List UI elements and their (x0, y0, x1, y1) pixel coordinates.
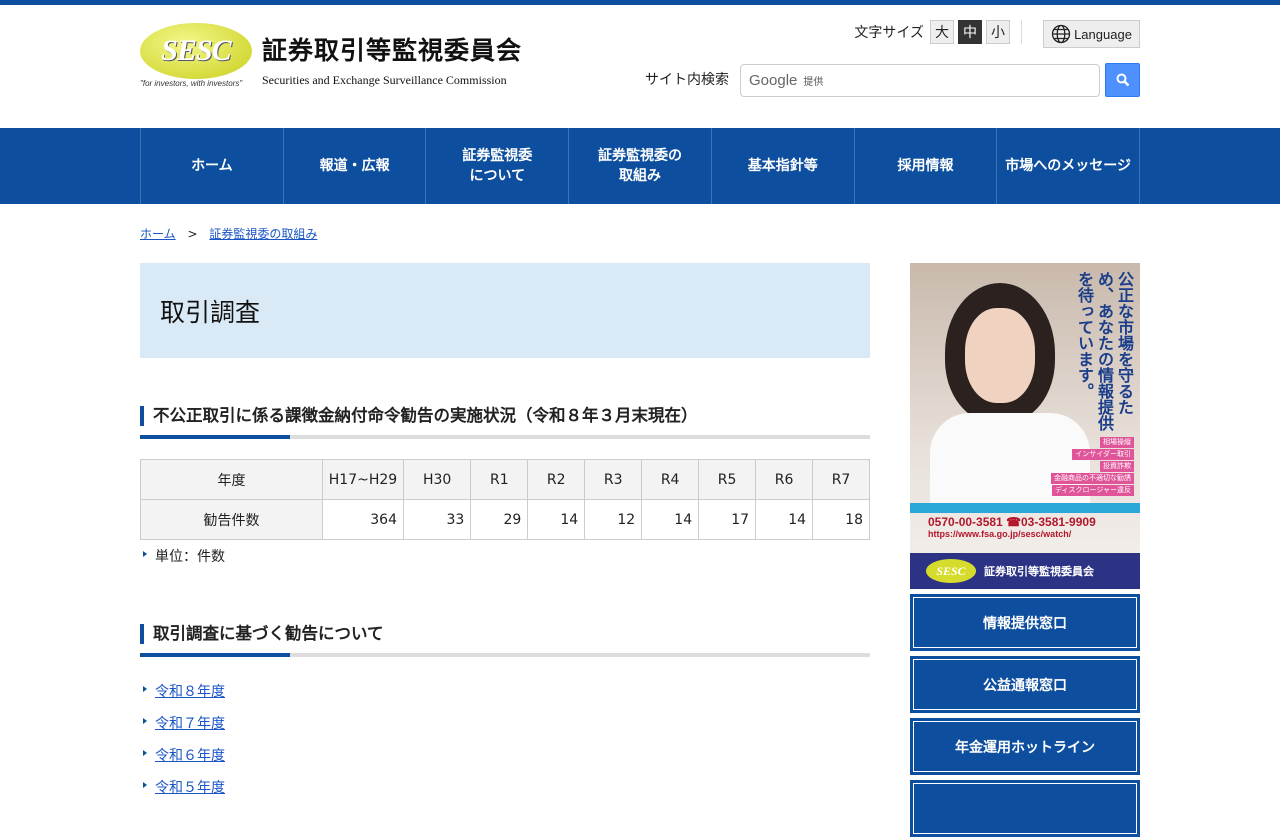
table-header: R2 (527, 459, 586, 500)
table-cell: 17 (698, 499, 757, 540)
table-header: R1 (470, 459, 529, 500)
banner-logo: SESC (926, 559, 976, 583)
nav-messages[interactable]: 市場へのメッセージ (997, 128, 1141, 204)
search-button[interactable] (1105, 63, 1140, 97)
heading-underline (140, 435, 870, 439)
table-cell: 12 (584, 499, 643, 540)
whistleblower-button[interactable]: 公益通報窓口 (910, 656, 1140, 713)
breadcrumb-separator: > (187, 227, 198, 241)
list-item: 令和５年度 (140, 777, 870, 796)
site-title: 証券取引等監視委員会 (262, 36, 523, 65)
heading-underline (140, 653, 870, 657)
banner-phone: 0570-00-3581 ☎03-3581-9909 (928, 515, 1096, 529)
pension-hotline-button[interactable]: 年金運用ホットライン (910, 718, 1140, 775)
tipoff-banner[interactable]: 公正な市場を守るため、あなたの情報提供を待っています。 相場操縦 インサイダー取… (910, 263, 1140, 589)
year-link-r6[interactable]: 令和６年度 (155, 748, 225, 764)
sesc-logo-mark: SESC (140, 23, 252, 79)
site-title-en: Securities and Exchange Surveillance Com… (262, 73, 507, 87)
unit-note: 単位：件数 (140, 546, 870, 566)
table-cell: 14 (755, 499, 814, 540)
breadcrumb-home[interactable]: ホーム (140, 227, 176, 241)
table-row: 勧告件数 364 33 29 14 12 14 17 14 18 (140, 499, 870, 540)
font-size-small-button[interactable]: 小 (986, 20, 1010, 44)
banner-tag: 相場操縦 (1100, 437, 1134, 448)
font-size-switcher: 文字サイズ 大 中 小 (854, 20, 1010, 44)
language-button[interactable]: Language (1043, 20, 1140, 48)
search-placeholder: Google (749, 72, 798, 89)
table-cell: 14 (527, 499, 586, 540)
divider (1021, 20, 1022, 44)
table-cell: 33 (402, 499, 472, 540)
table-header: R5 (698, 459, 757, 500)
table-header: R3 (584, 459, 643, 500)
list-item: 令和６年度 (140, 745, 870, 764)
banner-url: https://www.fsa.go.jp/sesc/watch/ (928, 529, 1072, 539)
year-link-r7[interactable]: 令和７年度 (155, 716, 225, 732)
font-size-medium-button[interactable]: 中 (958, 20, 982, 44)
table-header: H30 (402, 459, 472, 500)
nav-home[interactable]: ホーム (141, 128, 284, 204)
list-item: 令和７年度 (140, 713, 870, 732)
sidebar: 公正な市場を守るため、あなたの情報提供を待っています。 相場操縦 インサイダー取… (910, 263, 1140, 837)
nav-about[interactable]: 証券監視委 について (426, 128, 570, 204)
banner-tag: 金融商品の不適切な勧誘 (1051, 473, 1134, 484)
breadcrumb-current[interactable]: 証券監視委の取組み (209, 227, 317, 241)
global-nav: ホーム 報道・広報 証券監視委 について 証券監視委の 取組み 基本指針等 採用… (0, 128, 1280, 204)
table-cell: 29 (470, 499, 529, 540)
main-content: 取引調査 不公正取引に係る課徴金納付命令勧告の実施状況（令和８年３月末現在） 年… (140, 263, 870, 796)
section-heading-recommendations: 取引調査に基づく勧告について (140, 624, 870, 644)
breadcrumb: ホーム > 証券監視委の取組み (140, 204, 1140, 263)
table-cell: 364 (322, 499, 404, 540)
list-item: 令和８年度 (140, 681, 870, 700)
row-label: 勧告件数 (140, 499, 323, 540)
table-header: R7 (812, 459, 870, 500)
nav-policies[interactable]: 基本指針等 (712, 128, 855, 204)
font-size-large-button[interactable]: 大 (930, 20, 954, 44)
sidebar-button[interactable] (910, 780, 1140, 837)
banner-headline: 公正な市場を守るため、あなたの情報提供を待っています。 (1075, 271, 1134, 431)
logo-tagline: "for investors, with investors" (140, 79, 243, 88)
year-link-r5[interactable]: 令和５年度 (155, 780, 225, 796)
table-cell: 14 (641, 499, 700, 540)
language-label: Language (1074, 26, 1132, 42)
banner-tag: 投資詐欺 (1100, 461, 1134, 472)
nav-recruit[interactable]: 採用情報 (855, 128, 998, 204)
nav-activities[interactable]: 証券監視委の 取組み (569, 128, 712, 204)
search-input[interactable]: Google 提供 (740, 64, 1100, 97)
table-header: H17~H29 (322, 459, 404, 500)
banner-tag: インサイダー取引 (1072, 449, 1134, 460)
year-link-r8[interactable]: 令和８年度 (155, 684, 225, 700)
nav-press[interactable]: 報道・広報 (284, 128, 427, 204)
page-title: 取引調査 (160, 297, 261, 327)
banner-tag: ディスクロージャー違反 (1051, 485, 1134, 496)
search-label: サイト内検索 (645, 72, 729, 88)
search-provided: 提供 (803, 77, 824, 88)
table-cell: 18 (812, 499, 870, 540)
table-header: R4 (641, 459, 700, 500)
header: SESC "for investors, with investors" 証券取… (140, 5, 1140, 128)
recommendations-table: 年度 H17~H29 H30 R1 R2 R3 R4 R5 R6 R7 勧告件数… (140, 459, 870, 540)
table-header: R6 (755, 459, 814, 500)
site-logo[interactable]: SESC "for investors, with investors" 証券取… (140, 23, 522, 88)
table-header: 年度 (140, 459, 323, 500)
search-icon (1116, 73, 1129, 87)
table-header-row: 年度 H17~H29 H30 R1 R2 R3 R4 R5 R6 R7 (140, 459, 870, 500)
banner-org: 証券取引等監視委員会 (984, 565, 1094, 578)
section-heading-status: 不公正取引に係る課徴金納付命令勧告の実施状況（令和８年３月末現在） (140, 406, 870, 426)
info-provision-button[interactable]: 情報提供窓口 (910, 594, 1140, 651)
font-size-label: 文字サイズ (854, 25, 924, 41)
globe-icon (1051, 24, 1071, 44)
